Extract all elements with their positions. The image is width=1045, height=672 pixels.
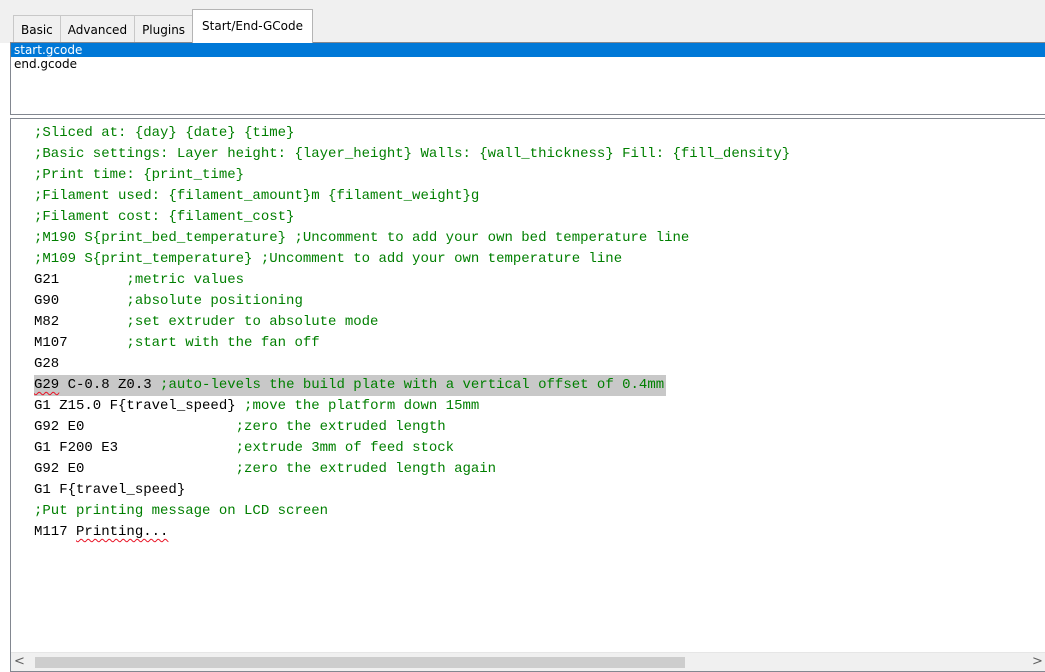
code-comment: ;Put printing message on LCD screen [34, 503, 329, 519]
code-command: G90 [34, 293, 127, 309]
code-line: G1 F{travel_speed} [34, 480, 790, 501]
code-comment: ;start with the fan off [126, 335, 320, 351]
code-comment: ;Print time: {print_time} [34, 167, 245, 183]
code-comment: ;absolute positioning [126, 293, 303, 309]
list-item-start-gcode[interactable]: start.gcode [11, 43, 1045, 57]
code-line-text: ;Sliced at: {day} {date} {time} [34, 123, 790, 144]
tab-strip: Basic Advanced Plugins Start/End-GCode [13, 9, 313, 43]
code-line: G21 ;metric values [34, 270, 790, 291]
scrollbar-thumb[interactable] [35, 657, 685, 668]
code-command: M117 Printing... [34, 524, 169, 540]
code-comment: ;M109 S{print_temperature} ;Uncomment to… [34, 251, 623, 267]
code-line-highlighted: G29 C-0.8 Z0.3 ;auto-levels the build pl… [34, 375, 667, 396]
code-line: ;Sliced at: {day} {date} {time} [34, 123, 790, 144]
code-line: G90 ;absolute positioning [34, 291, 790, 312]
code-comment: ;Basic settings: Layer height: {layer_he… [34, 146, 791, 162]
code-command: G21 [34, 272, 127, 288]
code-line-text: ;Basic settings: Layer height: {layer_he… [34, 144, 790, 165]
code-command: G92 E0 [34, 419, 236, 435]
code-line: ;Filament cost: {filament_cost} [34, 207, 790, 228]
code-line-text: ;M109 S{print_temperature} ;Uncomment to… [34, 249, 790, 270]
scroll-left-arrow-icon[interactable]: < [11, 653, 28, 671]
gcode-file-list[interactable]: start.gcode end.gcode [10, 42, 1045, 115]
code-line: G1 Z15.0 F{travel_speed} ;move the platf… [34, 396, 790, 417]
code-line: M82 ;set extruder to absolute mode [34, 312, 790, 333]
code-comment: ;zero the extruded length [235, 419, 446, 435]
code-command: M107 [34, 335, 127, 351]
code-comment: ;Sliced at: {day} {date} {time} [34, 125, 295, 141]
code-command: G28 [34, 356, 60, 372]
code-line: ;Filament used: {filament_amount}m {fila… [34, 186, 790, 207]
code-line: G29 C-0.8 Z0.3 ;auto-levels the build pl… [34, 375, 790, 396]
code-command: G1 Z15.0 F{travel_speed} [34, 398, 245, 414]
gcode-editor[interactable]: ;Sliced at: {day} {date} {time} ;Basic se… [10, 118, 1045, 672]
tab-bar: Basic Advanced Plugins Start/End-GCode [0, 0, 1045, 43]
code-line-text: G21 ;metric values [34, 270, 790, 291]
code-line-text: G1 F200 E3 ;extrude 3mm of feed stock [34, 438, 790, 459]
code-line: M117 Printing... [34, 522, 790, 543]
code-command: G29 C-0.8 Z0.3 [34, 377, 161, 393]
code-line-text: G1 Z15.0 F{travel_speed} ;move the platf… [34, 396, 790, 417]
code-command: M82 [34, 314, 127, 330]
code-line-text: ;Print time: {print_time} [34, 165, 790, 186]
code-line: M107 ;start with the fan off [34, 333, 790, 354]
code-comment: ;set extruder to absolute mode [126, 314, 379, 330]
code-line: ;M190 S{print_bed_temperature} ;Uncommen… [34, 228, 790, 249]
horizontal-scrollbar[interactable]: < > [11, 652, 1045, 671]
code-line: G92 E0 ;zero the extruded length [34, 417, 790, 438]
code-comment: ;auto-levels the build plate with a vert… [160, 377, 665, 393]
list-item-end-gcode[interactable]: end.gcode [11, 57, 1045, 71]
code-line: G28 [34, 354, 790, 375]
code-line-text: ;Put printing message on LCD screen [34, 501, 790, 522]
code-line-text: ;M190 S{print_bed_temperature} ;Uncommen… [34, 228, 790, 249]
code-comment: ;Filament cost: {filament_cost} [34, 209, 295, 225]
code-line-text: M82 ;set extruder to absolute mode [34, 312, 790, 333]
code-comment: ;zero the extruded length again [235, 461, 497, 477]
code-comment: ;M190 S{print_bed_temperature} ;Uncommen… [34, 230, 690, 246]
tab-advanced[interactable]: Advanced [59, 15, 136, 43]
code-line: ;Print time: {print_time} [34, 165, 790, 186]
code-line-text: G1 F{travel_speed} [34, 480, 790, 501]
code-command: G1 F{travel_speed} [34, 482, 186, 498]
code-comment: ;Filament used: {filament_amount}m {fila… [34, 188, 480, 204]
tab-basic[interactable]: Basic [13, 15, 61, 43]
code-command: G92 E0 [34, 461, 236, 477]
code-line-text: M107 ;start with the fan off [34, 333, 790, 354]
tab-plugins[interactable]: Plugins [134, 15, 194, 43]
gcode-text-area[interactable]: ;Sliced at: {day} {date} {time} ;Basic se… [34, 123, 790, 543]
code-line-text: G92 E0 ;zero the extruded length [34, 417, 790, 438]
code-line: ;M109 S{print_temperature} ;Uncomment to… [34, 249, 790, 270]
code-line: G1 F200 E3 ;extrude 3mm of feed stock [34, 438, 790, 459]
code-line: G92 E0 ;zero the extruded length again [34, 459, 790, 480]
code-command: G1 F200 E3 [34, 440, 236, 456]
code-line-text: ;Filament cost: {filament_cost} [34, 207, 790, 228]
tab-start-end-gcode[interactable]: Start/End-GCode [192, 9, 313, 43]
code-line-text: ;Filament used: {filament_amount}m {fila… [34, 186, 790, 207]
code-line-text: M117 Printing... [34, 522, 790, 543]
scroll-right-arrow-icon[interactable]: > [1029, 653, 1045, 671]
code-line-text: G90 ;absolute positioning [34, 291, 790, 312]
code-line: ;Put printing message on LCD screen [34, 501, 790, 522]
code-comment: ;extrude 3mm of feed stock [235, 440, 455, 456]
code-line-text: G28 [34, 354, 790, 375]
code-line: ;Basic settings: Layer height: {layer_he… [34, 144, 790, 165]
code-comment: ;metric values [126, 272, 245, 288]
code-line-text: G92 E0 ;zero the extruded length again [34, 459, 790, 480]
code-comment: ;move the platform down 15mm [244, 398, 480, 414]
